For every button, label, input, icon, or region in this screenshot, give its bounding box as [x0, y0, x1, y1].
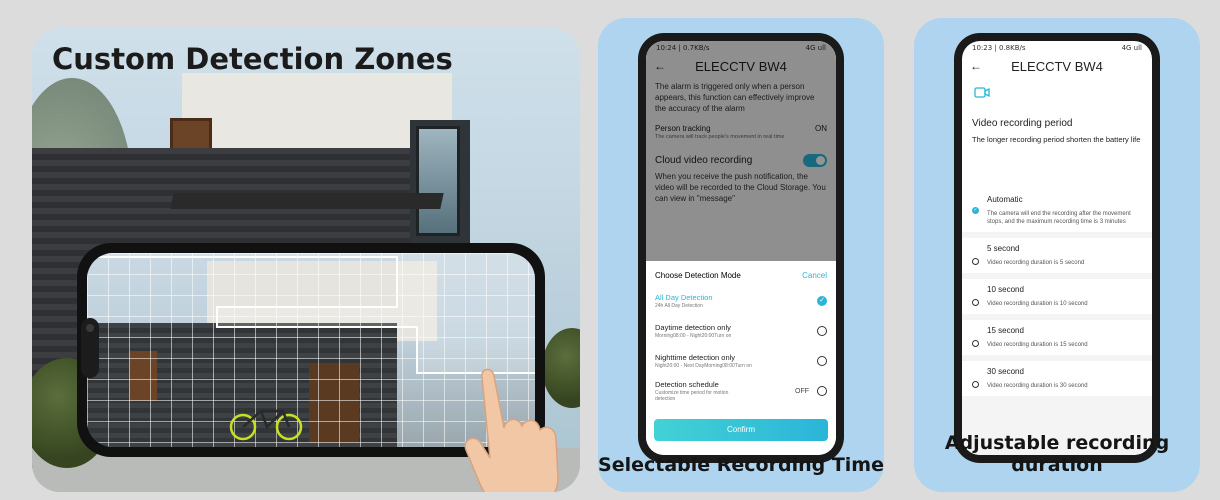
app-header: ← ELECCTV BW4	[962, 55, 1152, 77]
confirm-button[interactable]: Confirm	[654, 419, 828, 441]
phone-frame: 10:24 | 0.7KB/s 4G ull ← ELECCTV BW4 The…	[638, 33, 844, 463]
status-signal: 4G ull	[1121, 44, 1142, 52]
phone-screen: 10:24 | 0.7KB/s 4G ull ← ELECCTV BW4 The…	[646, 41, 836, 455]
option-title: Detection schedule	[655, 380, 719, 389]
option-title: Daytime detection only	[655, 323, 731, 332]
bicycle	[229, 409, 303, 441]
phone-screen: 10:23 | 0.8KB/s 4G ull ← ELECCTV BW4 Vid…	[962, 41, 1152, 455]
radio-button[interactable]	[817, 326, 827, 336]
radio-button[interactable]	[817, 386, 827, 396]
option-subtitle: Morning08:00 - Night20:00Turn on	[655, 333, 732, 339]
radio-button[interactable]	[972, 381, 979, 388]
duration-option-automatic[interactable]: ✓ Automatic The camera will end the reco…	[962, 191, 1152, 232]
modal-dim-overlay	[646, 41, 836, 261]
status-time: 10:23 | 0.8KB/s	[972, 44, 1026, 52]
checkmark-icon: ✓	[817, 296, 827, 306]
detection-zones-panel: Custom Detection Zones	[32, 28, 580, 492]
recording-duration-panel: 10:23 | 0.8KB/s 4G ull ← ELECCTV BW4 Vid…	[914, 18, 1200, 492]
duration-subtitle: Video recording duration is 30 second	[987, 383, 1088, 389]
option-daytime[interactable]: Daytime detection only Morning08:00 - Ni…	[646, 316, 836, 346]
radio-button[interactable]	[817, 356, 827, 366]
duration-subtitle: Video recording duration is 10 second	[987, 301, 1088, 307]
video-camera-icon	[974, 87, 990, 98]
cancel-button[interactable]: Cancel	[802, 271, 827, 280]
sheet-header: Choose Detection Mode Cancel	[646, 261, 836, 286]
duration-option-30s[interactable]: 30 second Video recording duration is 30…	[962, 361, 1152, 396]
duration-title: Automatic	[987, 195, 1023, 204]
front-camera-notch	[81, 318, 99, 378]
settings-background: 10:24 | 0.7KB/s 4G ull ← ELECCTV BW4 The…	[646, 41, 836, 261]
detection-mode-sheet: Choose Detection Mode Cancel All Day Det…	[646, 261, 836, 455]
option-title: All Day Detection	[655, 293, 713, 302]
option-subtitle: 24h All Day Detection	[655, 303, 703, 309]
duration-subtitle: Video recording duration is 15 second	[987, 342, 1088, 348]
option-subtitle: Night20:00 - Next DayMorning08:00Turn on	[655, 363, 752, 369]
phone-frame: 10:23 | 0.8KB/s 4G ull ← ELECCTV BW4 Vid…	[954, 33, 1160, 463]
sheet-title: Choose Detection Mode	[655, 271, 741, 280]
duration-subtitle: Video recording duration is 5 second	[987, 260, 1085, 266]
section-heading: Video recording period	[972, 118, 1073, 129]
option-all-day[interactable]: All Day Detection 24h All Day Detection …	[646, 286, 836, 316]
duration-option-5s[interactable]: 5 second Video recording duration is 5 s…	[962, 238, 1152, 273]
panel-caption: Adjustable recording duration	[944, 432, 1170, 476]
duration-list: ✓ Automatic The camera will end the reco…	[962, 191, 1152, 455]
back-arrow-icon[interactable]: ←	[970, 59, 988, 73]
section-description: The longer recording period shorten the …	[972, 135, 1141, 144]
radio-button[interactable]	[972, 340, 979, 347]
duration-title: 5 second	[987, 244, 1020, 253]
app-title: ELECCTV BW4	[1011, 58, 1103, 74]
radio-button[interactable]	[972, 299, 979, 306]
entrance-canopy	[170, 193, 444, 209]
duration-title: 15 second	[987, 326, 1024, 335]
radio-button[interactable]	[972, 258, 979, 265]
option-title: Nighttime detection only	[655, 353, 736, 362]
status-bar: 10:23 | 0.8KB/s 4G ull	[962, 41, 1152, 55]
building-tall-window	[416, 126, 460, 236]
schedule-status: OFF	[795, 387, 809, 395]
detection-mode-panel: 10:24 | 0.7KB/s 4G ull ← ELECCTV BW4 The…	[598, 18, 884, 492]
option-nighttime[interactable]: Nighttime detection only Night20:00 - Ne…	[646, 346, 836, 376]
panel-title: Custom Detection Zones	[52, 42, 453, 76]
pointing-hand-icon	[464, 368, 559, 492]
option-subtitle: Customize time period for motion detecti…	[655, 390, 729, 402]
duration-option-10s[interactable]: 10 second Video recording duration is 10…	[962, 279, 1152, 314]
checkmark-icon: ✓	[972, 207, 979, 214]
duration-option-15s[interactable]: 15 second Video recording duration is 15…	[962, 320, 1152, 355]
duration-subtitle: The camera will end the recording after …	[987, 211, 1131, 225]
panel-caption: Selectable Recording Time	[598, 454, 884, 476]
duration-title: 30 second	[987, 367, 1024, 376]
option-schedule[interactable]: Detection schedule Customize time period…	[646, 376, 836, 406]
duration-title: 10 second	[987, 285, 1024, 294]
